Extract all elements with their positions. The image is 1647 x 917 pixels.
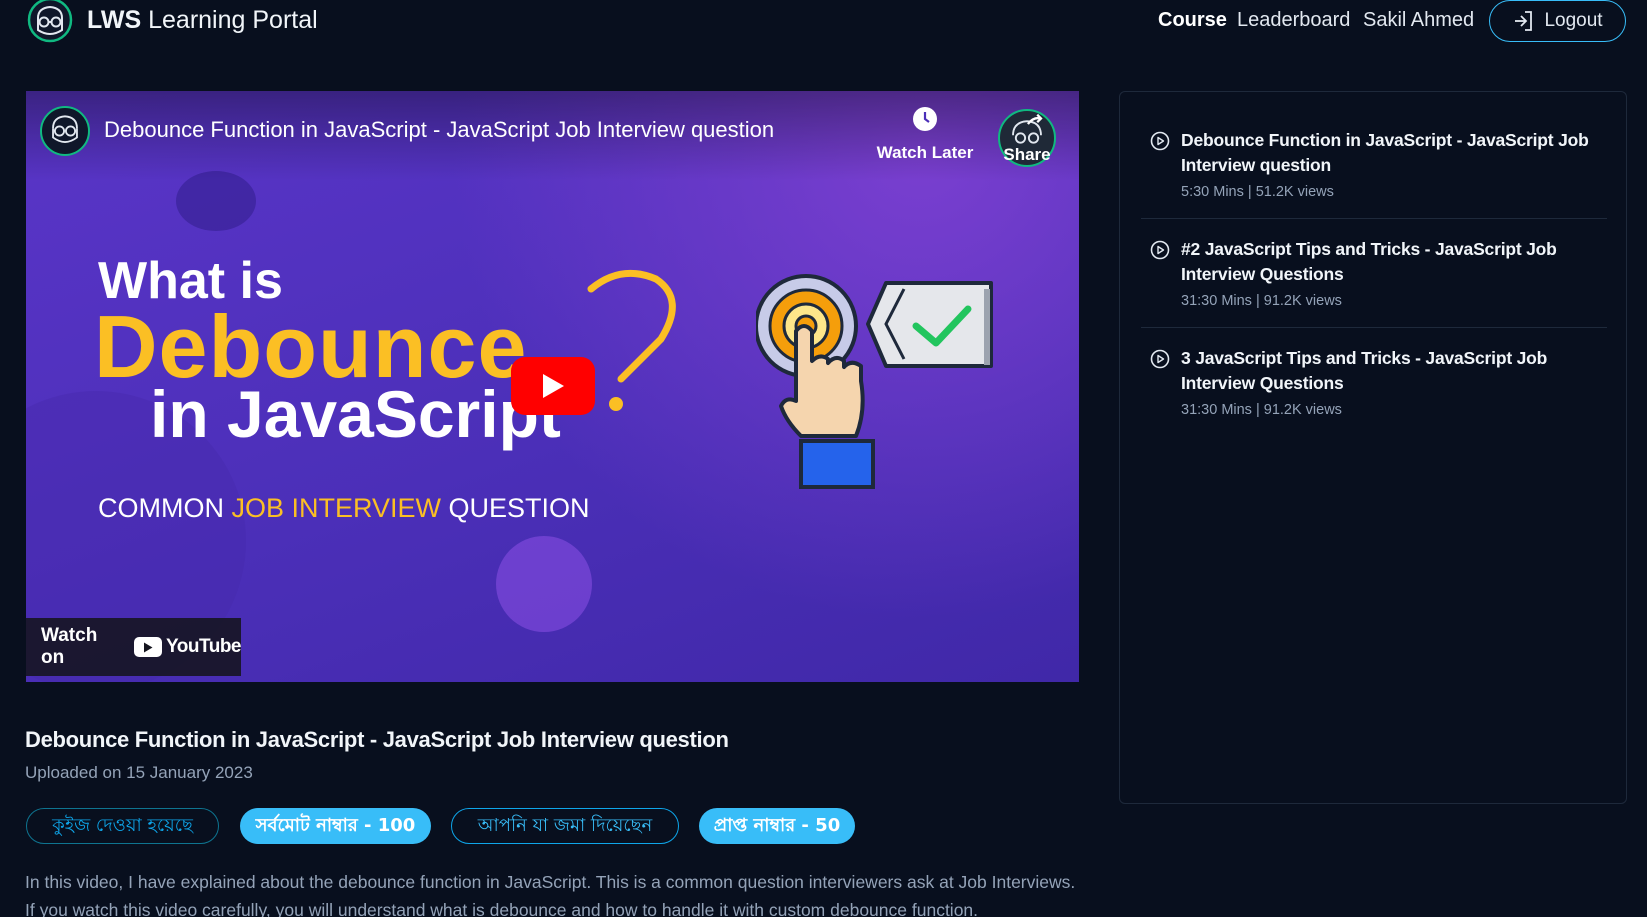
- play-circle-icon: [1150, 349, 1170, 369]
- playlist-item[interactable]: Debounce Function in JavaScript - JavaSc…: [1141, 128, 1607, 208]
- playlist-item[interactable]: #2 JavaScript Tips and Tricks - JavaScri…: [1141, 237, 1607, 317]
- video-title: Debounce Function in JavaScript - JavaSc…: [25, 727, 729, 752]
- nav-leaderboard[interactable]: Leaderboard: [1237, 9, 1350, 32]
- watch-later-label: Watch Later: [876, 143, 974, 162]
- logout-label: Logout: [1544, 10, 1603, 31]
- youtube-logo: YouTube: [134, 636, 241, 658]
- playlist-item-title: #2 JavaScript Tips and Tricks - JavaScri…: [1181, 239, 1557, 284]
- obtained-marks-badge: প্রাপ্ত নাম্বার - 50: [699, 808, 855, 844]
- playlist-item-meta: 5:30 Mins | 51.2K views: [1181, 184, 1334, 200]
- clock-icon: [913, 107, 937, 131]
- share-button[interactable]: Share: [997, 109, 1057, 169]
- watch-on-youtube-button[interactable]: Watch on YouTube: [26, 618, 241, 676]
- your-submission-button[interactable]: আপনি যা জমা দিয়েছেন: [451, 808, 679, 844]
- playlist-panel: Debounce Function in JavaScript - JavaSc…: [1119, 91, 1627, 804]
- play-circle-icon: [1150, 131, 1170, 151]
- watch-on-label: Watch on: [41, 625, 98, 668]
- top-navbar: LWS Learning Portal Course Leaderboard S…: [0, 0, 1647, 44]
- logout-button[interactable]: Logout: [1489, 0, 1626, 42]
- playlist-item[interactable]: 3 JavaScript Tips and Tricks - JavaScrip…: [1141, 346, 1607, 426]
- playlist-divider: [1141, 327, 1607, 328]
- play-icon: [543, 374, 564, 398]
- watch-later-button[interactable]: Watch Later: [870, 106, 980, 163]
- brand-title[interactable]: LWS Learning Portal: [87, 6, 318, 35]
- upload-date: Uploaded on 15 January 2023: [25, 763, 253, 782]
- play-circle-icon: [1150, 240, 1170, 260]
- video-description: In this video, I have explained about th…: [25, 872, 1076, 917]
- total-marks-badge: সর্বমোট নাম্বার - 100: [240, 808, 431, 844]
- share-label: Share: [1003, 145, 1051, 164]
- playlist-item-meta: 31:30 Mins | 91.2K views: [1181, 402, 1342, 418]
- brand-rest: Learning Portal: [141, 6, 318, 34]
- playlist-item-title: 3 JavaScript Tips and Tricks - JavaScrip…: [1181, 348, 1548, 393]
- click-hand-illustration-icon: [756, 274, 993, 489]
- subtitle-part-c: QUESTION: [441, 493, 590, 523]
- thumbnail-line-3: in JavaScript: [150, 377, 561, 451]
- subtitle-highlight: JOB INTERVIEW: [231, 493, 442, 523]
- playlist-divider: [1141, 218, 1607, 219]
- question-mark-icon: [587, 269, 676, 411]
- brand-bold: LWS: [87, 6, 142, 34]
- lws-logo-icon[interactable]: [26, 0, 74, 44]
- player-video-title[interactable]: Debounce Function in JavaScript - JavaSc…: [104, 117, 774, 143]
- playlist-item-title: Debounce Function in JavaScript - JavaSc…: [1181, 130, 1589, 175]
- nav-user-name[interactable]: Sakil Ahmed: [1363, 9, 1474, 32]
- playlist-item-meta: 31:30 Mins | 91.2K views: [1181, 293, 1342, 309]
- nav-course[interactable]: Course: [1158, 9, 1227, 32]
- bg-blob: [496, 536, 592, 632]
- youtube-wordmark: YouTube: [166, 636, 241, 657]
- thumbnail-subtitle: COMMON JOB INTERVIEW QUESTION: [98, 493, 590, 524]
- youtube-play-icon: [134, 637, 163, 657]
- subtitle-part-a: COMMON: [98, 493, 232, 523]
- video-player[interactable]: Debounce Function in JavaScript - JavaSc…: [26, 91, 1079, 682]
- channel-avatar-icon[interactable]: [40, 106, 90, 156]
- quiz-taken-badge[interactable]: কুইজ দেওয়া হয়েছে: [26, 808, 219, 844]
- play-button[interactable]: [511, 357, 595, 415]
- logout-icon: [1515, 11, 1533, 31]
